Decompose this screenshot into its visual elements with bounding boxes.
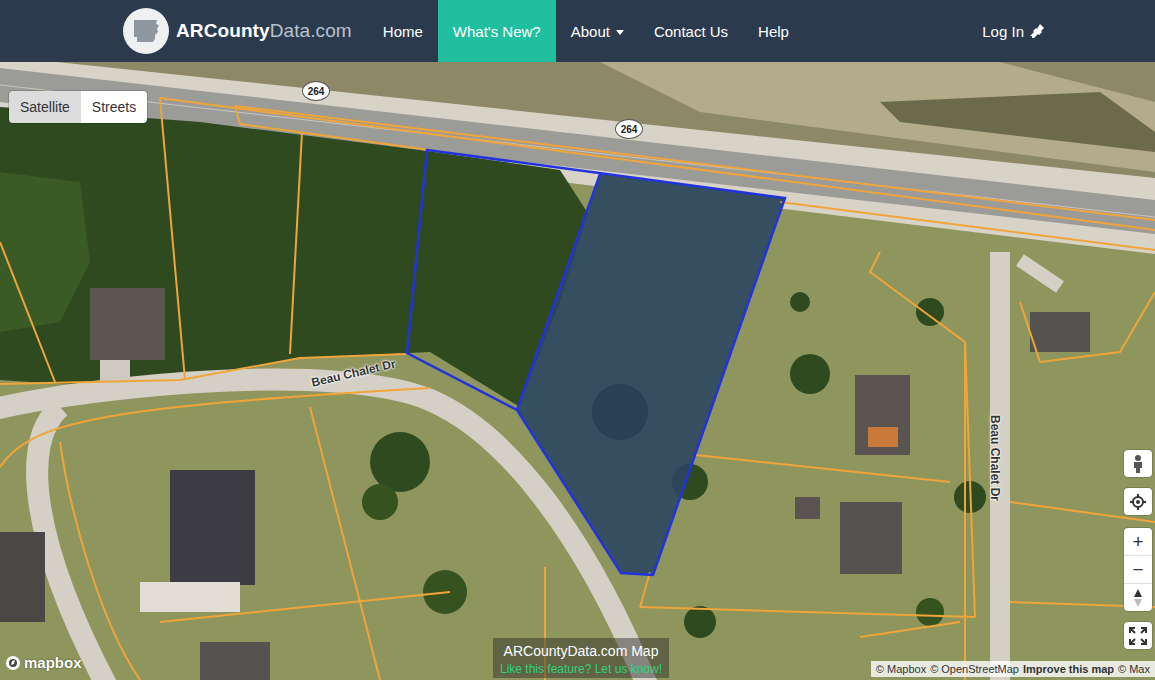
plug-icon [1029, 23, 1045, 39]
compass-icon [1132, 588, 1144, 608]
street-view-button[interactable] [1124, 450, 1152, 477]
fullscreen-icon [1129, 627, 1147, 645]
nav-item[interactable]: Help [743, 0, 804, 62]
compass-button[interactable] [1124, 583, 1152, 611]
highway-shield: 264 [302, 81, 330, 101]
brand-part: Data.com [270, 20, 352, 41]
parcel-lines [0, 62, 1155, 680]
pegman-icon [1129, 454, 1147, 474]
feedback-link[interactable]: Like this feature? Let us know! [500, 662, 662, 676]
mapbox-logo[interactable]: mapbox [5, 654, 82, 671]
layer-label: Satellite [20, 99, 70, 115]
zoom-out-label: − [1132, 559, 1143, 581]
layer-label: Streets [92, 99, 136, 115]
dropdown-caret-icon [616, 30, 624, 35]
login-button[interactable]: Log In [982, 0, 1045, 62]
caption-title: ARCountyData.com Map [504, 643, 659, 659]
layer-button[interactable]: Satellite [9, 91, 81, 123]
attribution-link[interactable]: © OpenStreetMap [930, 663, 1019, 675]
layer-toggle: Satellite Streets [9, 91, 147, 123]
brand[interactable]: ARCountyData.com [123, 0, 352, 62]
attribution-link[interactable]: Improve this map [1023, 663, 1114, 675]
brand-part: ARCounty [176, 20, 270, 41]
nav-label: What's New? [453, 23, 541, 40]
fullscreen-button[interactable] [1124, 622, 1152, 649]
zoom-out-button[interactable]: − [1124, 555, 1152, 583]
street-label: Beau Chalet Dr [988, 415, 1002, 501]
nav-item[interactable]: What's New? [438, 0, 556, 62]
map-caption: ARCountyData.com Map Like this feature? L… [493, 638, 669, 678]
brand-name[interactable]: ARCountyData.com [176, 20, 352, 42]
top-navbar: ARCountyData.com Home What's New? About Cont… [0, 0, 1155, 62]
map-control [1124, 622, 1152, 649]
map-view[interactable]: SatelliteStreets264264Beau Chalet DrBeau… [0, 62, 1155, 680]
layer-button[interactable]: Streets [81, 91, 147, 123]
zoom-in-button[interactable]: + [1124, 528, 1152, 555]
locate-icon [1129, 493, 1147, 511]
nav-item[interactable]: Contact Us [639, 0, 743, 62]
locate-button[interactable] [1124, 488, 1152, 515]
nav-menu: Home What's New? About Contact Us Help [368, 0, 804, 62]
highway-shield: 264 [615, 119, 643, 139]
login-label: Log In [982, 23, 1024, 40]
arkansas-logo-icon[interactable] [123, 8, 169, 54]
attribution-link[interactable]: © Max [1118, 663, 1150, 675]
nav-item[interactable]: About [556, 0, 639, 62]
nav-item[interactable]: Home [368, 0, 438, 62]
attribution-link[interactable]: © Mapbox [876, 663, 926, 675]
map-control [1124, 450, 1152, 477]
nav-label: About [571, 23, 610, 40]
attribution: © Mapbox © OpenStreetMap Improve this map ©… [871, 661, 1155, 677]
nav-label: Contact Us [654, 23, 728, 40]
mapbox-mark-icon [5, 655, 21, 671]
zoom-in-label: + [1132, 531, 1143, 553]
nav-label: Help [758, 23, 789, 40]
nav-label: Home [383, 23, 423, 40]
map-control: +− [1124, 528, 1152, 611]
map-control [1124, 488, 1152, 515]
mapbox-wordmark: mapbox [24, 654, 82, 671]
